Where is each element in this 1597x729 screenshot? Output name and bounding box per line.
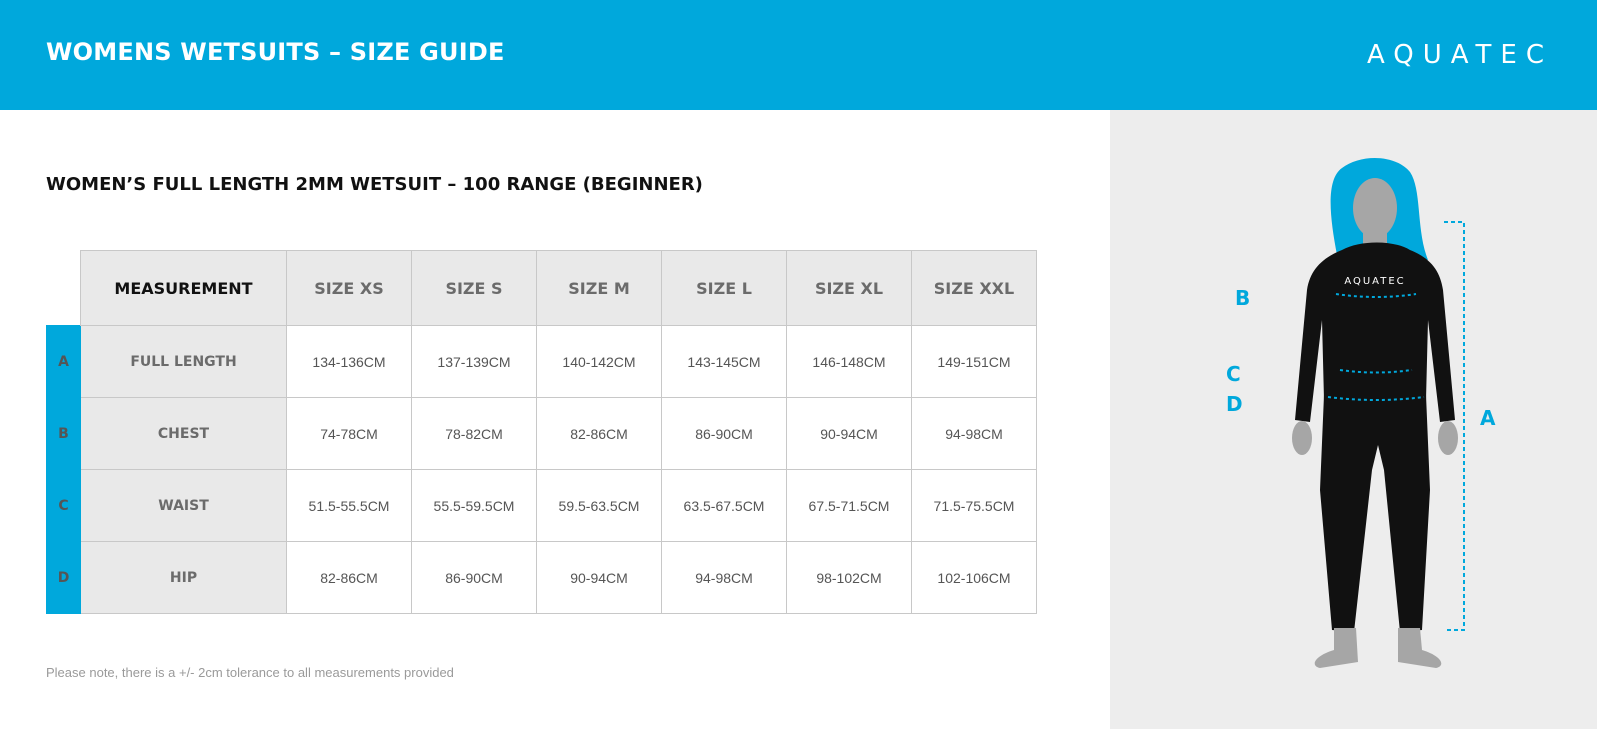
page-title: WOMENS WETSUITS – SIZE GUIDE	[46, 38, 505, 66]
table-cell: 59.5-63.5CM	[536, 469, 662, 542]
table-cell: 55.5-59.5CM	[411, 469, 537, 542]
table-cell: 98-102CM	[786, 541, 912, 614]
table-cell: 63.5-67.5CM	[661, 469, 787, 542]
table-cell: 86-90CM	[411, 541, 537, 614]
label-c: C	[1226, 362, 1241, 386]
row-label: HIP	[80, 541, 287, 614]
row-letter: D	[46, 541, 81, 614]
left-foot	[1314, 628, 1358, 668]
table-cell: 137-139CM	[411, 325, 537, 398]
row-label: CHEST	[80, 397, 287, 470]
blank-header-cell	[46, 250, 81, 326]
label-a: A	[1480, 406, 1496, 430]
table-cell: 102-106CM	[911, 541, 1037, 614]
aquatec-logo: AQUATEC	[1366, 40, 1553, 70]
header-banner: WOMENS WETSUITS – SIZE GUIDE AQUATEC	[0, 0, 1597, 110]
table-cell: 94-98CM	[661, 541, 787, 614]
table-cell: 78-82CM	[411, 397, 537, 470]
tolerance-note: Please note, there is a +/- 2cm toleranc…	[46, 665, 454, 680]
size-table: MEASUREMENT SIZE XS SIZE S SIZE M SIZE L…	[46, 250, 1037, 614]
suit-legs	[1320, 395, 1430, 632]
table-cell: 86-90CM	[661, 397, 787, 470]
table-cell: 51.5-55.5CM	[286, 469, 412, 542]
table-row: B CHEST 74-78CM 78-82CM 82-86CM 86-90CM …	[46, 397, 1037, 470]
table-cell: 82-86CM	[536, 397, 662, 470]
label-d: D	[1226, 392, 1243, 416]
table-cell: 71.5-75.5CM	[911, 469, 1037, 542]
wetsuit-figure: AQUATEC	[1292, 157, 1465, 668]
right-hand	[1438, 421, 1458, 455]
table-cell: 67.5-71.5CM	[786, 469, 912, 542]
table-cell: 149-151CM	[911, 325, 1037, 398]
table-cell: 134-136CM	[286, 325, 412, 398]
row-letter: C	[46, 469, 81, 542]
label-b: B	[1235, 286, 1251, 310]
row-letter: B	[46, 397, 81, 470]
row-label: FULL LENGTH	[80, 325, 287, 398]
right-foot	[1398, 628, 1442, 668]
table-header-row: MEASUREMENT SIZE XS SIZE S SIZE M SIZE L…	[46, 250, 1037, 326]
table-cell: 146-148CM	[786, 325, 912, 398]
table-cell: 90-94CM	[786, 397, 912, 470]
measurement-header: MEASUREMENT	[80, 250, 287, 326]
size-header: SIZE M	[536, 250, 662, 326]
table-cell: 90-94CM	[536, 541, 662, 614]
table-cell: 140-142CM	[536, 325, 662, 398]
table-cell: 94-98CM	[911, 397, 1037, 470]
size-header: SIZE L	[661, 250, 787, 326]
size-header: SIZE XS	[286, 250, 412, 326]
head-shape	[1353, 178, 1397, 238]
table-row: D HIP 82-86CM 86-90CM 90-94CM 94-98CM 98…	[46, 541, 1037, 614]
row-label: WAIST	[80, 469, 287, 542]
section-title: WOMEN’S FULL LENGTH 2MM WETSUIT – 100 RA…	[46, 174, 703, 195]
row-letter: A	[46, 325, 81, 398]
left-hand	[1292, 421, 1312, 455]
table-row: C WAIST 51.5-55.5CM 55.5-59.5CM 59.5-63.…	[46, 469, 1037, 542]
size-header: SIZE XL	[786, 250, 912, 326]
table-cell: 82-86CM	[286, 541, 412, 614]
suit-logo: AQUATEC	[1344, 276, 1405, 287]
size-header: SIZE S	[411, 250, 537, 326]
size-header: SIZE XXL	[911, 250, 1037, 326]
table-cell: 74-78CM	[286, 397, 412, 470]
table-cell: 143-145CM	[661, 325, 787, 398]
table-row: A FULL LENGTH 134-136CM 137-139CM 140-14…	[46, 325, 1037, 398]
